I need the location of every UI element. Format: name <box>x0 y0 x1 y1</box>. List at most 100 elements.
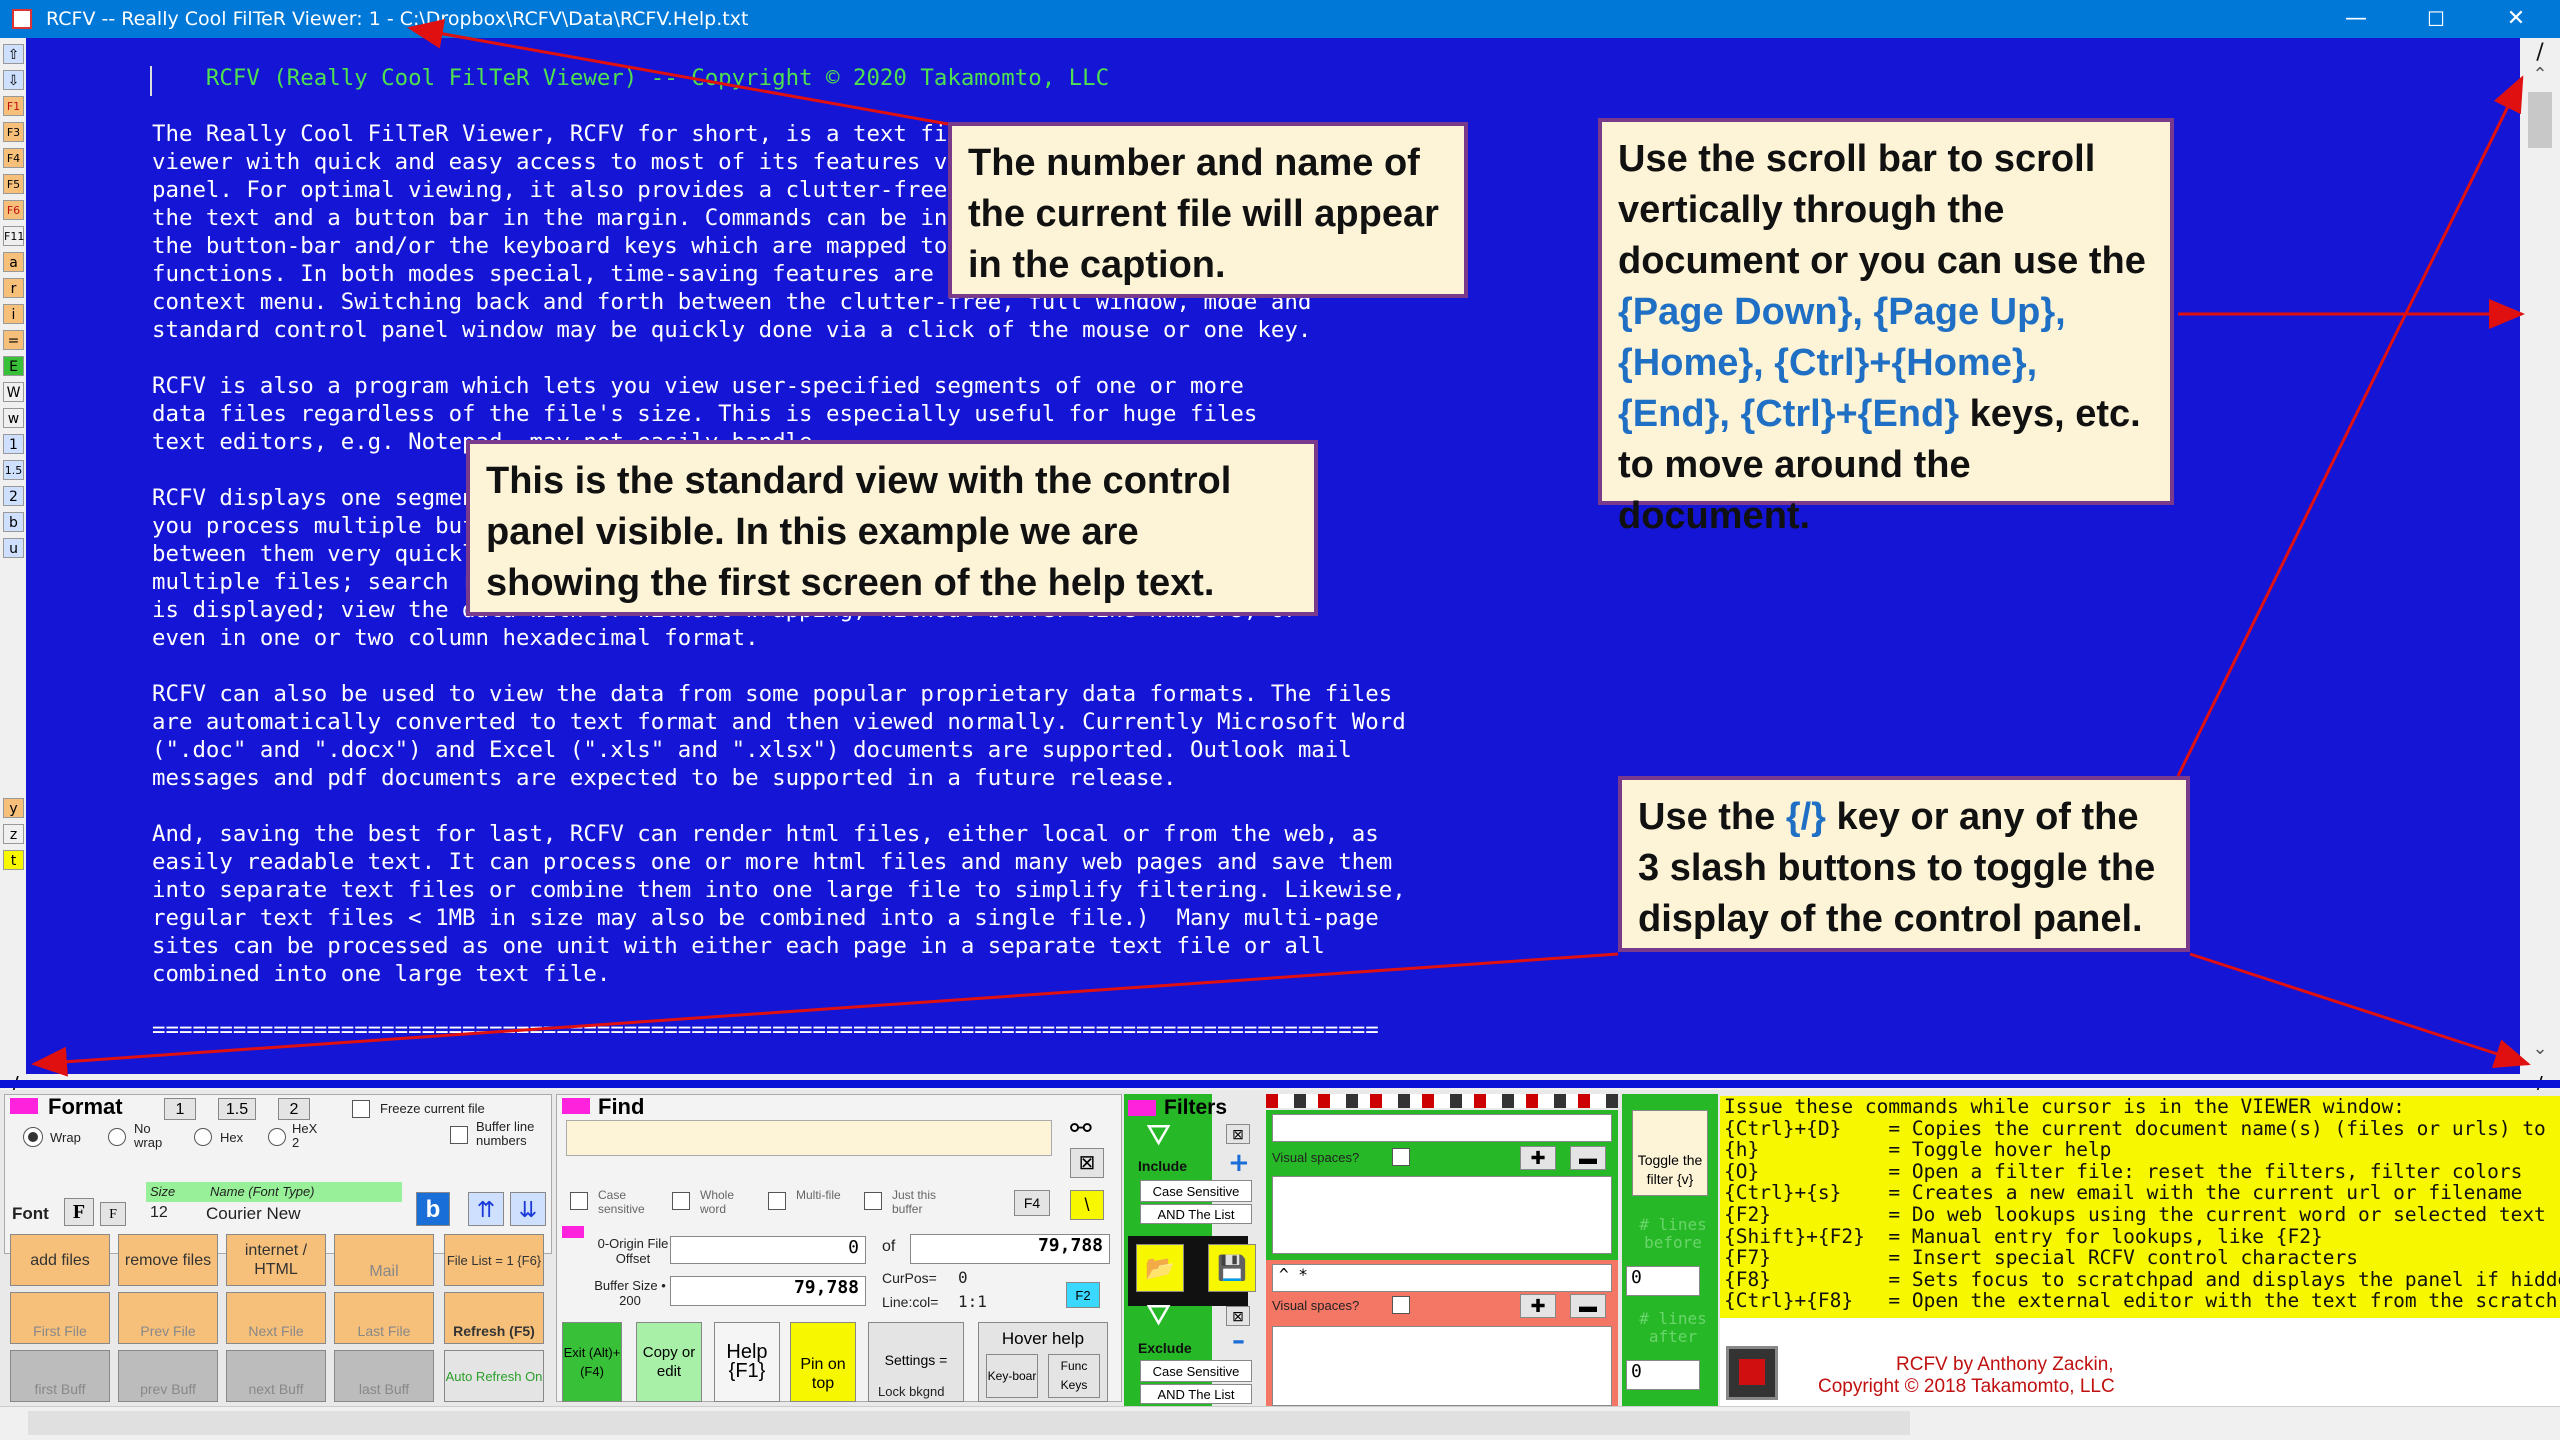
leftbar-button-r[interactable]: r <box>3 278 24 298</box>
include-clear-icon[interactable]: ⊠ <box>1226 1124 1250 1144</box>
include-plus-button[interactable]: ✚ <box>1520 1146 1556 1170</box>
vertical-scrollbar[interactable]: / ⌃ ⌄ <box>2520 38 2560 1074</box>
exclude-remove-icon[interactable]: – <box>1232 1326 1245 1356</box>
up-arrows-icon[interactable]: ⇈ <box>468 1192 504 1226</box>
down-arrows-icon[interactable]: ⇊ <box>510 1192 546 1226</box>
f4-button[interactable]: F4 <box>1014 1190 1050 1216</box>
buffer-line-checkbox[interactable] <box>450 1126 468 1144</box>
font-smaller-button[interactable]: F <box>100 1202 126 1226</box>
origin-offset-field[interactable]: 0 <box>670 1236 866 1264</box>
prev-buff-button[interactable]: prev Buff <box>118 1350 218 1402</box>
hex-radio[interactable] <box>194 1128 212 1146</box>
leftbar-button-f3[interactable]: F3 <box>3 122 24 142</box>
exclude-visual-checkbox[interactable] <box>1392 1296 1410 1314</box>
leftbar-button-f6[interactable]: F6 <box>3 200 24 220</box>
scroll-down-arrow-icon[interactable]: ⌄ <box>2520 1038 2560 1059</box>
freeze-checkbox[interactable] <box>352 1100 370 1118</box>
multi-file-checkbox[interactable] <box>768 1192 786 1210</box>
spacing-1-button[interactable]: 1 <box>164 1098 196 1120</box>
first-buff-button[interactable]: first Buff <box>10 1350 110 1402</box>
next-buff-button[interactable]: next Buff <box>226 1350 326 1402</box>
pin-on-top-button[interactable]: Pin on top <box>790 1322 856 1402</box>
font-name-value[interactable]: Courier New <box>206 1204 300 1224</box>
open-folder-icon[interactable]: 📂 <box>1136 1244 1184 1292</box>
leftbar-button-u[interactable]: u <box>3 538 24 558</box>
filter-color-strip[interactable] <box>1266 1094 1618 1108</box>
lock-bkgnd-label[interactable]: Lock bkgnd <box>878 1384 945 1399</box>
leftbar-button-w[interactable]: w <box>3 408 24 428</box>
prev-file-button[interactable]: Prev File <box>118 1292 218 1344</box>
buffer-size-field[interactable]: 79,788 <box>670 1276 866 1306</box>
add-files-button[interactable]: add files <box>10 1234 110 1286</box>
hex2-radio[interactable] <box>268 1128 286 1146</box>
leftbar-button-f5[interactable]: F5 <box>3 174 24 194</box>
maximize-button[interactable]: ☐ <box>2396 0 2476 38</box>
leftbar-button-b[interactable]: b <box>3 512 24 532</box>
help-button[interactable]: Help {F1} <box>714 1322 780 1402</box>
save-icon[interactable]: 💾 <box>1208 1244 1256 1292</box>
horizontal-scrollbar[interactable] <box>0 1406 2560 1440</box>
copy-edit-button[interactable]: Copy or edit <box>636 1322 702 1402</box>
top-arrow-icon[interactable]: ⇧ <box>3 44 24 64</box>
last-buff-button[interactable]: last Buff <box>334 1350 434 1402</box>
remove-files-button[interactable]: remove files <box>118 1234 218 1286</box>
file-list-button[interactable]: File List = 1 {F6} <box>444 1234 544 1286</box>
include-visual-checkbox[interactable] <box>1392 1148 1410 1166</box>
first-file-button[interactable]: First File <box>10 1292 110 1344</box>
toggle-filter-button[interactable]: Toggle the filter {v} <box>1632 1110 1708 1196</box>
include-input[interactable] <box>1272 1114 1612 1142</box>
spacing-2-button[interactable]: 2 <box>278 1098 310 1120</box>
exclude-clear-icon[interactable]: ⊠ <box>1226 1306 1250 1326</box>
exclude-input[interactable]: ^ * <box>1272 1264 1612 1292</box>
minimize-button[interactable]: — <box>2316 0 2396 38</box>
close-button[interactable]: ✕ <box>2476 0 2556 38</box>
spacing-1-5-button[interactable]: 1.5 <box>218 1098 256 1120</box>
last-file-button[interactable]: Last File <box>334 1292 434 1344</box>
leftbar-button-f4[interactable]: F4 <box>3 148 24 168</box>
scroll-thumb[interactable] <box>2528 92 2552 148</box>
leftbar-button-y[interactable]: y <box>3 798 24 818</box>
include-add-icon[interactable]: + <box>1228 1148 1250 1178</box>
nowrap-radio[interactable] <box>108 1128 126 1146</box>
leftbar-button-i[interactable]: i <box>3 304 24 324</box>
exclude-minus-button[interactable]: ▬ <box>1570 1294 1606 1318</box>
font-size-value[interactable]: 12 <box>150 1204 168 1222</box>
hscroll-track[interactable] <box>28 1411 1910 1435</box>
case-sensitive-checkbox[interactable] <box>570 1192 588 1210</box>
leftbar-button-t[interactable]: t <box>3 850 24 870</box>
lines-before-field[interactable]: 0 <box>1626 1266 1700 1296</box>
find-input[interactable] <box>566 1120 1052 1156</box>
whole-word-checkbox[interactable] <box>672 1192 690 1210</box>
exit-button[interactable]: Exit (Alt)+ (F4) <box>562 1322 622 1402</box>
keyboard-help-button[interactable]: Key-boar <box>986 1354 1038 1398</box>
func-keys-button[interactable]: Func Keys <box>1048 1354 1100 1398</box>
mail-button[interactable]: Mail <box>334 1234 434 1286</box>
exclude-plus-button[interactable]: ✚ <box>1520 1294 1556 1318</box>
lines-after-field[interactable]: 0 <box>1626 1360 1700 1390</box>
leftbar-button-z[interactable]: z <box>3 824 24 844</box>
leftbar-button-1[interactable]: 1 <box>3 434 24 454</box>
exclude-and-button[interactable]: AND The List <box>1140 1384 1252 1404</box>
include-list[interactable] <box>1272 1176 1612 1254</box>
font-bigger-button[interactable]: F <box>64 1198 94 1226</box>
leftbar-button-a[interactable]: a <box>3 252 24 272</box>
internet-html-button[interactable]: internet / HTML <box>226 1234 326 1286</box>
binoculars-icon[interactable]: ⚯ <box>1070 1114 1092 1144</box>
leftbar-button-f1[interactable]: F1 <box>3 96 24 116</box>
include-and-button[interactable]: AND The List <box>1140 1204 1252 1224</box>
f2-button[interactable]: F2 <box>1066 1282 1100 1308</box>
include-minus-button[interactable]: ▬ <box>1570 1146 1606 1170</box>
refresh-button[interactable]: Refresh (F5) <box>444 1292 544 1344</box>
just-buffer-checkbox[interactable] <box>864 1192 882 1210</box>
leftbar-button-1x5[interactable]: 1.5 <box>3 460 24 480</box>
exclude-case-button[interactable]: Case Sensitive <box>1140 1360 1252 1382</box>
exclude-list[interactable] <box>1272 1326 1612 1406</box>
leftbar-button-f11[interactable]: F11 <box>3 226 24 246</box>
include-case-button[interactable]: Case Sensitive <box>1140 1180 1252 1202</box>
leftbar-button-e[interactable]: E <box>3 356 24 376</box>
leftbar-button-w[interactable]: W <box>3 382 24 402</box>
leftbar-button-x[interactable]: = <box>3 330 24 350</box>
clear-find-icon[interactable]: ⊠ <box>1070 1148 1104 1178</box>
next-file-button[interactable]: Next File <box>226 1292 326 1344</box>
slash-button-top[interactable]: / <box>2520 40 2560 65</box>
